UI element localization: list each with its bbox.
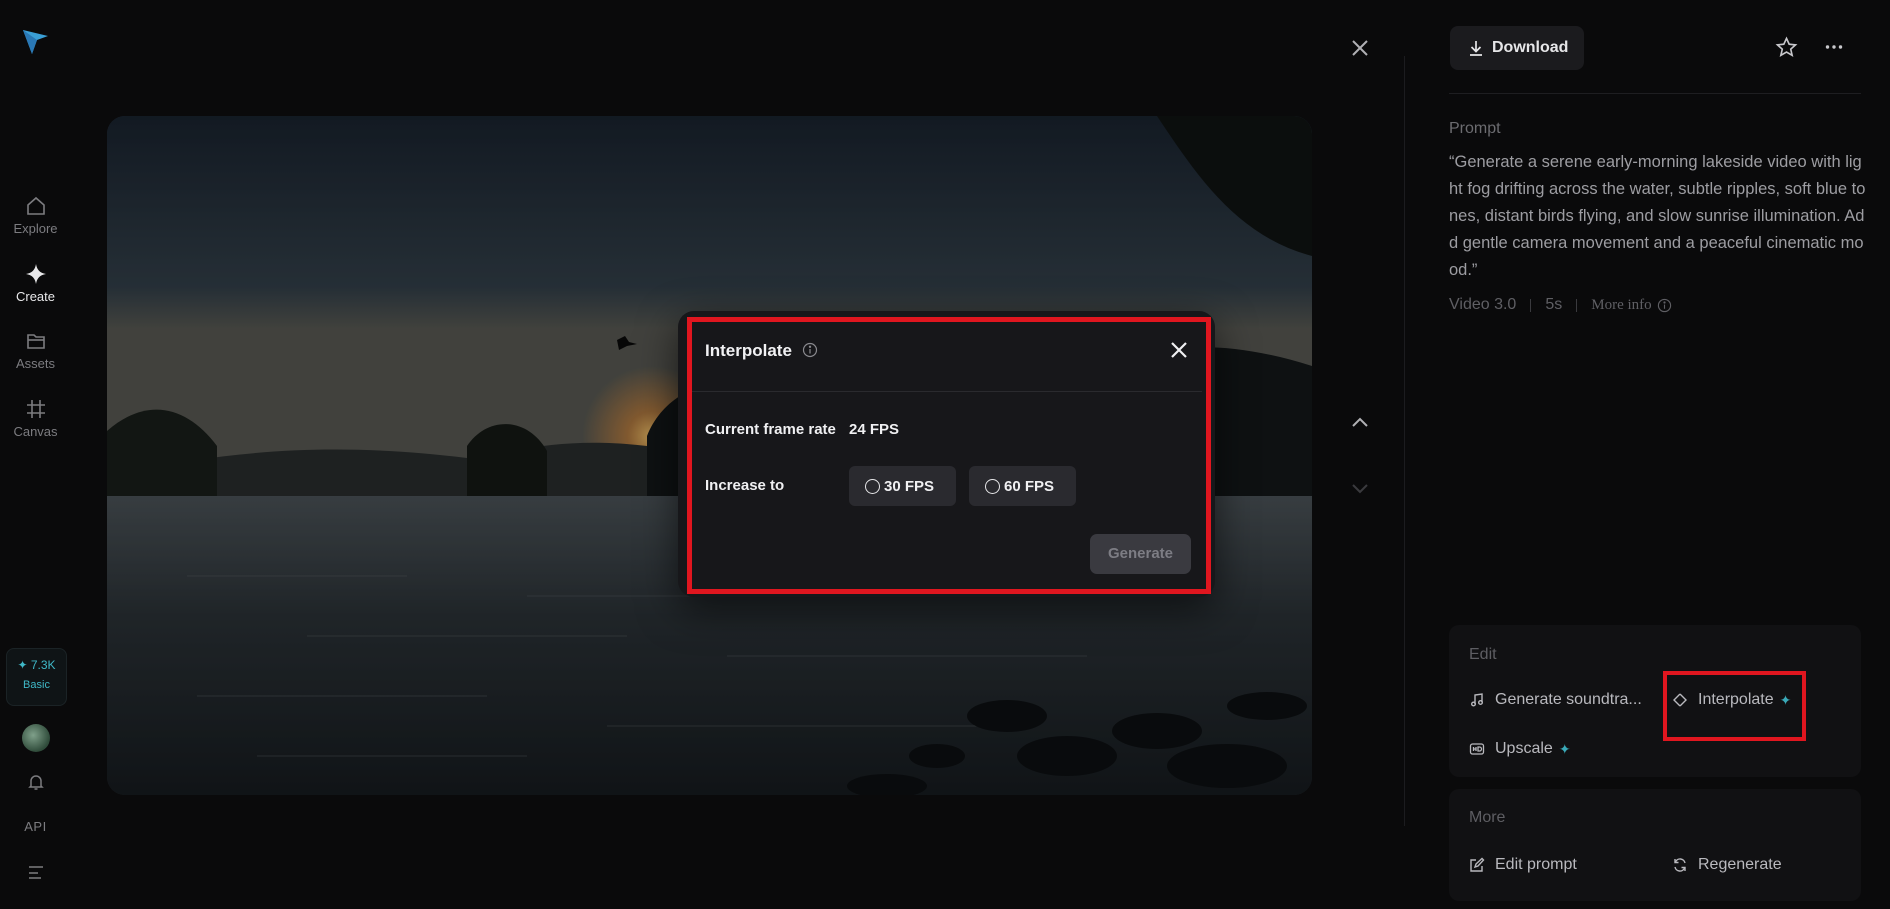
- edit-heading: Edit: [1469, 646, 1497, 663]
- sidebar-item-label: Explore: [13, 221, 58, 236]
- credits-badge[interactable]: ✦ 7.3K Basic: [6, 648, 67, 706]
- more-options-icon[interactable]: [1824, 37, 1844, 57]
- radio-button[interactable]: [865, 478, 880, 494]
- fps-option-60[interactable]: 60 FPS: [969, 466, 1076, 506]
- bell-icon[interactable]: [26, 772, 46, 792]
- regenerate-icon: [1674, 858, 1686, 872]
- regenerate-button[interactable]: Regenerate: [1672, 856, 1782, 874]
- menu-icon[interactable]: [26, 863, 46, 881]
- generation-meta: Video 3.0 5s More info: [1449, 296, 1672, 314]
- folder-icon: [26, 334, 45, 349]
- download-button[interactable]: Download: [1450, 26, 1584, 70]
- download-label: Download: [1492, 39, 1569, 56]
- sidebar-item-canvas[interactable]: Canvas: [0, 398, 71, 439]
- plan-label: Basic: [23, 679, 50, 691]
- sparkle-icon: ✦: [1779, 691, 1792, 708]
- sidebar: Explore Create Assets Canvas ✦ 7.3K Basi…: [0, 0, 71, 909]
- edit-card: Edit Generate soundtra... Interpolate ✦ …: [1449, 625, 1861, 777]
- meta-separator: [1530, 298, 1532, 312]
- fps-option-label: 60 FPS: [1004, 477, 1055, 495]
- meta-separator: [1576, 298, 1578, 312]
- fps-option-label: 30 FPS: [884, 477, 935, 495]
- avatar[interactable]: [22, 724, 50, 752]
- interpolate-button[interactable]: Interpolate ✦: [1672, 691, 1791, 709]
- more-heading: More: [1469, 809, 1506, 826]
- model-label: Video 3.0: [1449, 296, 1517, 313]
- more-info-link[interactable]: More info: [1591, 297, 1671, 314]
- generate-button[interactable]: Generate: [1090, 534, 1191, 574]
- info-icon: [1657, 298, 1671, 312]
- chevron-up-icon[interactable]: [1348, 411, 1372, 435]
- sidebar-item-assets[interactable]: Assets: [0, 330, 71, 371]
- sidebar-item-explore[interactable]: Explore: [0, 195, 71, 236]
- edit-item-label: Interpolate: [1698, 691, 1774, 708]
- home-icon: [26, 196, 45, 215]
- more-card: More Edit prompt Regenerate: [1449, 789, 1861, 901]
- edit-icon: [1470, 857, 1485, 872]
- interpolate-dialog: Interpolate Current frame rate 24 FPS In…: [678, 311, 1215, 597]
- increase-to-label: Increase to: [705, 477, 785, 494]
- sidebar-item-create[interactable]: Create: [0, 263, 71, 304]
- canvas-icon: [26, 400, 45, 418]
- brand-logo[interactable]: [20, 26, 50, 56]
- panel-header-divider: [1449, 93, 1861, 94]
- more-info-label: More info: [1591, 296, 1652, 313]
- current-frame-rate-label: Current frame rate: [705, 421, 836, 438]
- music-note-icon: [1471, 693, 1483, 707]
- sidebar-item-label: Create: [15, 289, 56, 304]
- fps-option-30[interactable]: 30 FPS: [849, 466, 956, 506]
- api-link[interactable]: API: [0, 819, 71, 834]
- star-icon[interactable]: [1775, 36, 1798, 59]
- close-icon[interactable]: [1348, 36, 1372, 60]
- prompt-heading: Prompt: [1449, 120, 1501, 137]
- close-icon[interactable]: [1168, 339, 1190, 361]
- radio-button[interactable]: [985, 478, 1000, 494]
- edit-item-label: Upscale: [1495, 740, 1553, 757]
- sidebar-item-label: Assets: [15, 356, 55, 371]
- sidebar-item-label: Canvas: [13, 424, 58, 439]
- sparkle-icon: [25, 264, 46, 284]
- more-item-label: Regenerate: [1698, 856, 1782, 873]
- more-item-label: Edit prompt: [1495, 856, 1577, 873]
- panel-divider: [1404, 56, 1405, 826]
- dialog-title: Interpolate: [705, 341, 792, 360]
- current-frame-rate-value: 24 FPS: [849, 421, 900, 438]
- interpolate-icon: [1673, 693, 1687, 707]
- edit-item-label: Generate soundtra...: [1495, 691, 1642, 708]
- download-icon: [1470, 41, 1482, 56]
- hd-icon: [1469, 743, 1485, 755]
- chevron-down-icon[interactable]: [1348, 476, 1372, 500]
- edit-prompt-button[interactable]: Edit prompt: [1469, 856, 1577, 874]
- credits-amount: ✦ 7.3K: [17, 658, 56, 672]
- dialog-divider: [692, 391, 1202, 392]
- duration-label: 5s: [1545, 296, 1563, 313]
- info-icon[interactable]: [802, 342, 818, 358]
- sparkle-icon: ✦: [1558, 740, 1571, 757]
- prompt-text: “Generate a serene early-morning lakesid…: [1449, 153, 1866, 279]
- generate-soundtrack-button[interactable]: Generate soundtra...: [1469, 691, 1642, 709]
- upscale-button[interactable]: Upscale ✦: [1469, 740, 1571, 758]
